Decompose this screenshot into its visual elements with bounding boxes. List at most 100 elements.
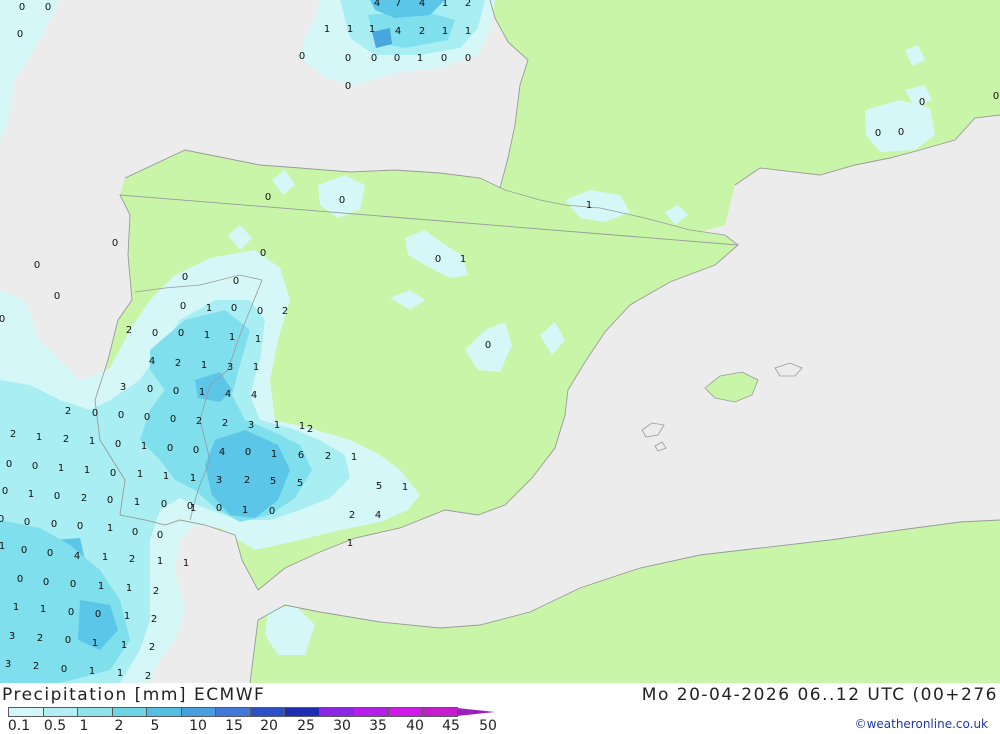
precip-value-label: 0 bbox=[68, 607, 74, 618]
precip-value-label: 0 bbox=[345, 53, 351, 64]
precip-value-label: 1 bbox=[141, 441, 147, 452]
precip-value-label: 5 bbox=[270, 476, 276, 487]
precip-value-label: 2 bbox=[10, 429, 16, 440]
precip-value-label: 0 bbox=[875, 128, 881, 139]
legend-swatch bbox=[146, 707, 182, 717]
precip-value-label: 1 bbox=[13, 602, 19, 613]
legend-swatch bbox=[180, 707, 216, 717]
precip-value-label: 0 bbox=[216, 503, 222, 514]
legend-swatch bbox=[387, 707, 423, 717]
precip-value-label: 3 bbox=[227, 362, 233, 373]
precip-value-label: 0 bbox=[92, 408, 98, 419]
precip-value-label: 0 bbox=[182, 272, 188, 283]
precip-value-label: 0 bbox=[112, 238, 118, 249]
precip-value-label: 0 bbox=[19, 2, 25, 13]
precip-value-label: 0 bbox=[118, 410, 124, 421]
precip-value-label: 1 bbox=[190, 473, 196, 484]
precip-value-label: 0 bbox=[24, 517, 30, 528]
color-legend bbox=[8, 707, 495, 717]
precip-value-label: 0 bbox=[993, 91, 999, 102]
precip-value-label: 2 bbox=[37, 633, 43, 644]
precip-value-label: 2 bbox=[63, 434, 69, 445]
precip-value-label: 2 bbox=[282, 306, 288, 317]
legend-label: 1 bbox=[79, 718, 89, 734]
precip-value-label: 1 bbox=[253, 362, 259, 373]
precip-value-label: 1 bbox=[107, 523, 113, 534]
precip-value-label: 2 bbox=[65, 406, 71, 417]
precip-value-label: 1 bbox=[28, 489, 34, 500]
precip-value-label: 2 bbox=[151, 614, 157, 625]
precip-value-label: 0 bbox=[245, 447, 251, 458]
footer: Precipitation [mm] ECMWF Mo 20-04-2026 0… bbox=[0, 683, 1000, 734]
precip-value-label: 4 bbox=[219, 447, 225, 458]
precip-value-label: 2 bbox=[149, 642, 155, 653]
legend-swatch bbox=[77, 707, 113, 717]
precip-value-label: 0 bbox=[107, 495, 113, 506]
precip-value-label: 0 bbox=[21, 545, 27, 556]
precip-value-label: 1 bbox=[586, 200, 592, 211]
precip-value-label: 0 bbox=[269, 506, 275, 517]
legend-swatch bbox=[111, 707, 147, 717]
precip-value-label: 4 bbox=[419, 0, 425, 9]
precip-value-label: 0 bbox=[435, 254, 441, 265]
precip-value-label: 1 bbox=[465, 26, 471, 37]
precip-value-label: 1 bbox=[124, 611, 130, 622]
precip-value-label: 3 bbox=[248, 420, 254, 431]
legend-swatch bbox=[215, 707, 251, 717]
precip-value-label: 1 bbox=[89, 666, 95, 677]
precip-value-label: 0 bbox=[299, 51, 305, 62]
precip-value-label: 2 bbox=[129, 554, 135, 565]
precip-value-label: 1 bbox=[299, 421, 305, 432]
legend-label: 0.5 bbox=[43, 718, 67, 734]
precip-value-label: 1 bbox=[84, 465, 90, 476]
precip-value-label: 1 bbox=[58, 463, 64, 474]
precip-value-label: 0 bbox=[394, 53, 400, 64]
precip-value-label: 0 bbox=[95, 609, 101, 620]
precip-value-label: 1 bbox=[134, 497, 140, 508]
precip-value-label: 0 bbox=[339, 195, 345, 206]
precip-value-label: 4 bbox=[149, 356, 155, 367]
legend-label: 25 bbox=[297, 718, 315, 734]
precip-value-label: 0 bbox=[485, 340, 491, 351]
precip-value-label: 1 bbox=[36, 432, 42, 443]
precip-value-label: 1 bbox=[183, 558, 189, 569]
precip-value-label: 4 bbox=[374, 0, 380, 9]
precip-value-label: 0 bbox=[47, 548, 53, 559]
precip-value-label: 0 bbox=[6, 459, 12, 470]
precip-value-label: 0 bbox=[17, 574, 23, 585]
precip-value-label: 0 bbox=[233, 276, 239, 287]
precip-value-label: 1 bbox=[117, 668, 123, 679]
valid-time: Mo 20-04-2026 06..12 UTC (00+276 bbox=[641, 685, 998, 705]
precip-value-label: 4 bbox=[251, 390, 257, 401]
precip-value-label: 0 bbox=[54, 291, 60, 302]
precip-value-label: 1 bbox=[0, 541, 5, 552]
precip-value-label: 0 bbox=[51, 519, 57, 530]
legend-swatch bbox=[284, 707, 320, 717]
precipitation-map: 0004741211142110000100000000010100000000… bbox=[0, 0, 1000, 683]
legend-arrow bbox=[456, 708, 495, 716]
legend-label: 10 bbox=[189, 718, 207, 734]
legend-label: 50 bbox=[479, 718, 497, 734]
precip-value-label: 0 bbox=[193, 445, 199, 456]
precip-value-label: 0 bbox=[161, 499, 167, 510]
precip-value-label: 0 bbox=[919, 97, 925, 108]
precip-value-label: 0 bbox=[260, 248, 266, 259]
precip-value-label: 1 bbox=[417, 53, 423, 64]
precip-value-label: 4 bbox=[375, 510, 381, 521]
precip-value-label: 1 bbox=[199, 387, 205, 398]
precip-value-label: 1 bbox=[40, 604, 46, 615]
precip-value-label: 1 bbox=[157, 556, 163, 567]
precip-value-label: 2 bbox=[196, 416, 202, 427]
precip-value-label: 2 bbox=[325, 451, 331, 462]
precip-value-label: 5 bbox=[376, 481, 382, 492]
precip-value-label: 3 bbox=[120, 382, 126, 393]
precip-value-label: 1 bbox=[206, 303, 212, 314]
precip-value-label: 1 bbox=[163, 471, 169, 482]
precip-value-label: 2 bbox=[33, 661, 39, 672]
credit-link[interactable]: ©weatheronline.co.uk bbox=[855, 717, 988, 731]
precip-value-label: 1 bbox=[369, 24, 375, 35]
precip-value-label: 0 bbox=[110, 468, 116, 479]
precip-value-label: 1 bbox=[442, 26, 448, 37]
precip-value-label: 0 bbox=[54, 491, 60, 502]
precip-value-label: 2 bbox=[153, 586, 159, 597]
